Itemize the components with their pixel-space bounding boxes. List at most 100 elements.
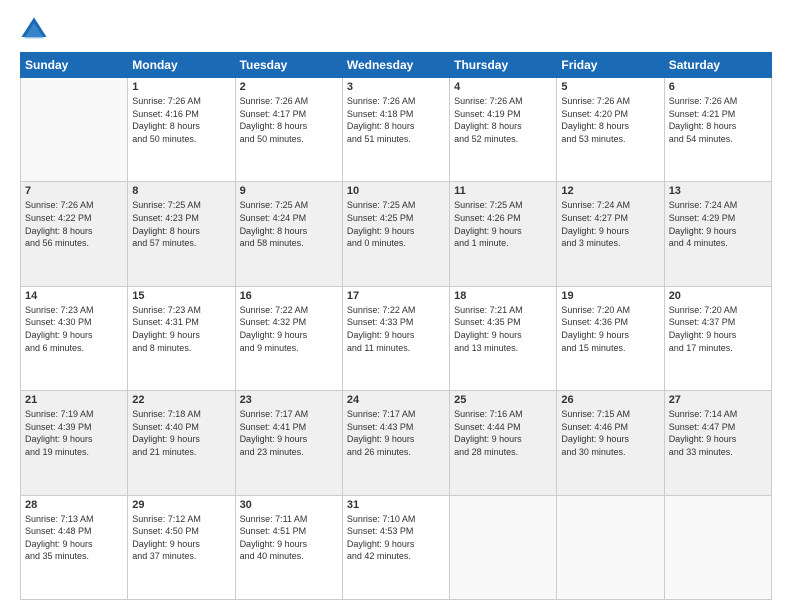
calendar-cell: 6 Sunrise: 7:26 AM Sunset: 4:21 PM Daylig… [664,78,771,182]
day-number: 24 [347,394,445,406]
day-info: Sunrise: 7:19 AM Sunset: 4:39 PM Dayligh… [25,408,123,458]
header-day-tuesday: Tuesday [235,53,342,78]
day-number: 4 [454,81,552,93]
day-info: Sunrise: 7:10 AM Sunset: 4:53 PM Dayligh… [347,513,445,563]
page: SundayMondayTuesdayWednesdayThursdayFrid… [0,0,792,612]
day-info: Sunrise: 7:24 AM Sunset: 4:27 PM Dayligh… [561,199,659,249]
calendar-cell: 22 Sunrise: 7:18 AM Sunset: 4:40 PM Dayli… [128,391,235,495]
day-number: 10 [347,185,445,197]
day-number: 15 [132,290,230,302]
day-info: Sunrise: 7:18 AM Sunset: 4:40 PM Dayligh… [132,408,230,458]
day-number: 8 [132,185,230,197]
day-number: 27 [669,394,767,406]
calendar-cell [557,495,664,599]
calendar-cell: 10 Sunrise: 7:25 AM Sunset: 4:25 PM Dayli… [342,182,449,286]
day-number: 21 [25,394,123,406]
calendar-cell [664,495,771,599]
day-number: 5 [561,81,659,93]
calendar-cell: 20 Sunrise: 7:20 AM Sunset: 4:37 PM Dayli… [664,286,771,390]
calendar-cell: 29 Sunrise: 7:12 AM Sunset: 4:50 PM Dayli… [128,495,235,599]
day-info: Sunrise: 7:26 AM Sunset: 4:22 PM Dayligh… [25,199,123,249]
day-number: 7 [25,185,123,197]
calendar-cell [21,78,128,182]
calendar-cell: 5 Sunrise: 7:26 AM Sunset: 4:20 PM Daylig… [557,78,664,182]
day-number: 13 [669,185,767,197]
calendar-cell: 9 Sunrise: 7:25 AM Sunset: 4:24 PM Daylig… [235,182,342,286]
week-row-3: 21 Sunrise: 7:19 AM Sunset: 4:39 PM Dayli… [21,391,772,495]
calendar-cell: 25 Sunrise: 7:16 AM Sunset: 4:44 PM Dayli… [450,391,557,495]
calendar-cell: 24Sunrise: 7:17 AM Sunset: 4:43 PM Dayli… [342,391,449,495]
day-info: Sunrise: 7:26 AM Sunset: 4:19 PM Dayligh… [454,95,552,145]
week-row-2: 14 Sunrise: 7:23 AM Sunset: 4:30 PM Dayli… [21,286,772,390]
day-info: Sunrise: 7:26 AM Sunset: 4:18 PM Dayligh… [347,95,445,145]
header-day-wednesday: Wednesday [342,53,449,78]
day-number: 16 [240,290,338,302]
day-info: Sunrise: 7:26 AM Sunset: 4:20 PM Dayligh… [561,95,659,145]
day-number: 25 [454,394,552,406]
calendar-cell: 7 Sunrise: 7:26 AM Sunset: 4:22 PM Daylig… [21,182,128,286]
calendar-cell: 17 Sunrise: 7:22 AM Sunset: 4:33 PM Dayli… [342,286,449,390]
week-row-0: 1 Sunrise: 7:26 AM Sunset: 4:16 PM Daylig… [21,78,772,182]
calendar-cell: 18Sunrise: 7:21 AM Sunset: 4:35 PM Dayli… [450,286,557,390]
header [20,16,772,44]
calendar-cell: 19 Sunrise: 7:20 AM Sunset: 4:36 PM Dayli… [557,286,664,390]
calendar-cell: 27Sunrise: 7:14 AM Sunset: 4:47 PM Dayli… [664,391,771,495]
calendar-cell: 13 Sunrise: 7:24 AM Sunset: 4:29 PM Dayli… [664,182,771,286]
day-number: 22 [132,394,230,406]
day-info: Sunrise: 7:11 AM Sunset: 4:51 PM Dayligh… [240,513,338,563]
calendar-cell: 16Sunrise: 7:22 AM Sunset: 4:32 PM Dayli… [235,286,342,390]
calendar-cell: 2 Sunrise: 7:26 AM Sunset: 4:17 PM Daylig… [235,78,342,182]
week-row-4: 28 Sunrise: 7:13 AM Sunset: 4:48 PM Dayli… [21,495,772,599]
day-number: 19 [561,290,659,302]
day-number: 2 [240,81,338,93]
day-info: Sunrise: 7:16 AM Sunset: 4:44 PM Dayligh… [454,408,552,458]
day-number: 14 [25,290,123,302]
calendar-cell: 15Sunrise: 7:23 AM Sunset: 4:31 PM Dayli… [128,286,235,390]
calendar-cell: 11 Sunrise: 7:25 AM Sunset: 4:26 PM Dayli… [450,182,557,286]
day-number: 6 [669,81,767,93]
day-number: 18 [454,290,552,302]
day-info: Sunrise: 7:26 AM Sunset: 4:21 PM Dayligh… [669,95,767,145]
day-info: Sunrise: 7:22 AM Sunset: 4:33 PM Dayligh… [347,304,445,354]
day-number: 23 [240,394,338,406]
day-info: Sunrise: 7:25 AM Sunset: 4:25 PM Dayligh… [347,199,445,249]
header-day-thursday: Thursday [450,53,557,78]
calendar-cell [450,495,557,599]
day-info: Sunrise: 7:25 AM Sunset: 4:23 PM Dayligh… [132,199,230,249]
logo [20,16,52,44]
day-number: 28 [25,499,123,511]
day-info: Sunrise: 7:25 AM Sunset: 4:24 PM Dayligh… [240,199,338,249]
calendar-table: SundayMondayTuesdayWednesdayThursdayFrid… [20,52,772,600]
day-number: 30 [240,499,338,511]
day-number: 31 [347,499,445,511]
day-info: Sunrise: 7:26 AM Sunset: 4:17 PM Dayligh… [240,95,338,145]
day-number: 29 [132,499,230,511]
calendar-cell: 31 Sunrise: 7:10 AM Sunset: 4:53 PM Dayli… [342,495,449,599]
logo-icon [20,16,48,44]
day-info: Sunrise: 7:20 AM Sunset: 4:37 PM Dayligh… [669,304,767,354]
day-number: 17 [347,290,445,302]
header-day-sunday: Sunday [21,53,128,78]
day-number: 26 [561,394,659,406]
calendar-cell: 28 Sunrise: 7:13 AM Sunset: 4:48 PM Dayli… [21,495,128,599]
day-info: Sunrise: 7:25 AM Sunset: 4:26 PM Dayligh… [454,199,552,249]
calendar-cell: 8 Sunrise: 7:25 AM Sunset: 4:23 PM Daylig… [128,182,235,286]
day-info: Sunrise: 7:12 AM Sunset: 4:50 PM Dayligh… [132,513,230,563]
day-number: 20 [669,290,767,302]
calendar-cell: 1 Sunrise: 7:26 AM Sunset: 4:16 PM Daylig… [128,78,235,182]
calendar-cell: 14 Sunrise: 7:23 AM Sunset: 4:30 PM Dayli… [21,286,128,390]
day-info: Sunrise: 7:20 AM Sunset: 4:36 PM Dayligh… [561,304,659,354]
week-row-1: 7 Sunrise: 7:26 AM Sunset: 4:22 PM Daylig… [21,182,772,286]
day-info: Sunrise: 7:13 AM Sunset: 4:48 PM Dayligh… [25,513,123,563]
day-number: 11 [454,185,552,197]
day-info: Sunrise: 7:23 AM Sunset: 4:30 PM Dayligh… [25,304,123,354]
day-info: Sunrise: 7:17 AM Sunset: 4:41 PM Dayligh… [240,408,338,458]
day-number: 1 [132,81,230,93]
header-day-monday: Monday [128,53,235,78]
calendar-cell: 3Sunrise: 7:26 AM Sunset: 4:18 PM Daylig… [342,78,449,182]
header-row: SundayMondayTuesdayWednesdayThursdayFrid… [21,53,772,78]
calendar-cell: 26Sunrise: 7:15 AM Sunset: 4:46 PM Dayli… [557,391,664,495]
day-number: 9 [240,185,338,197]
day-info: Sunrise: 7:26 AM Sunset: 4:16 PM Dayligh… [132,95,230,145]
day-info: Sunrise: 7:24 AM Sunset: 4:29 PM Dayligh… [669,199,767,249]
